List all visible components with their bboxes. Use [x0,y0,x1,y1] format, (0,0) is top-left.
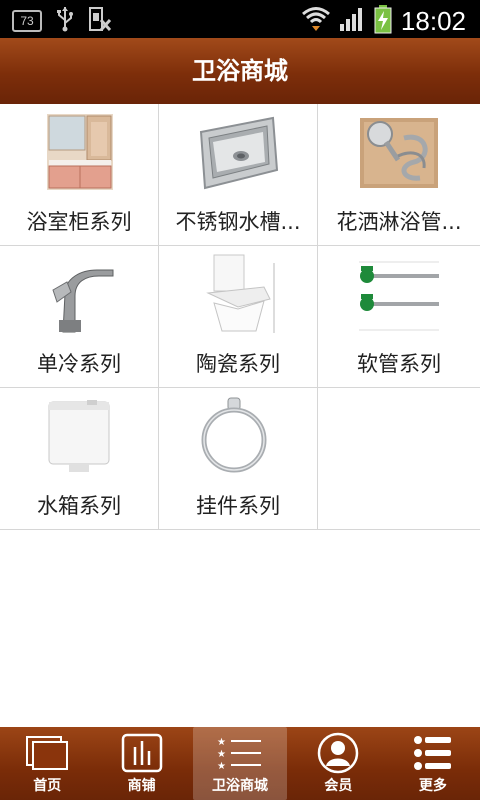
category-label: 不锈钢水槽... [175,210,301,234]
nav-label: 首页 [33,778,62,794]
battery-charging-icon [373,4,393,38]
category-bathroom-cabinet[interactable]: 浴室柜系列 [0,104,159,245]
water-tank-image [0,396,158,476]
notification-count-badge: 73 [12,10,42,32]
store-icon [94,731,188,775]
list-icon: ★ ★ ★ [193,731,287,775]
usb-icon [56,6,74,36]
nav-member[interactable]: 会员 [291,727,385,800]
faucet-image [0,254,158,334]
category-label: 挂件系列 [196,494,280,518]
more-icon [386,731,480,775]
category-label: 水箱系列 [37,494,121,518]
grid-row: 浴室柜系列 不锈钢水槽... 花洒淋浴管... [0,104,480,246]
grid-row: 单冷系列 陶瓷系列 软管系列 [0,246,480,388]
category-faucet[interactable]: 单冷系列 [0,246,159,387]
category-grid: 浴室柜系列 不锈钢水槽... 花洒淋浴管... 单冷系列 陶瓷系列 软管系列 水… [0,104,480,530]
toilet-image [159,254,317,334]
nav-more[interactable]: 更多 [386,727,480,800]
nav-label: 卫浴商城 [212,778,269,794]
nav-label: 商铺 [127,778,156,794]
category-stainless-sink[interactable]: 不锈钢水槽... [159,104,318,245]
stainless-sink-image [159,112,317,192]
page-title: 卫浴商城 [192,57,288,85]
category-label: 花洒淋浴管... [336,210,462,234]
member-icon [291,731,385,775]
svg-text:★: ★ [217,749,226,760]
status-clock: 18:02 [400,5,466,36]
grid-row: 水箱系列 挂件系列 [0,388,480,530]
svg-text:★: ★ [217,761,226,771]
nav-label: 更多 [418,778,447,794]
category-towel-ring[interactable]: 挂件系列 [159,388,318,529]
nav-bath-mall[interactable]: ★ ★ ★ 卫浴商城 [192,727,288,800]
bottom-nav: 首页 商铺 ★ ★ ★ 卫浴商城 会员 更多 [0,727,480,800]
nav-label: 会员 [324,778,353,794]
category-shower-hose[interactable]: 花洒淋浴管... [318,104,480,245]
category-label: 陶瓷系列 [196,352,280,376]
app-header: 卫浴商城 [0,38,480,104]
towel-ring-image [159,396,317,476]
category-hose[interactable]: 软管系列 [318,246,480,387]
category-label: 单冷系列 [37,352,121,376]
status-bar: 73 18:02 [0,0,480,38]
hose-image [318,254,480,334]
nav-home[interactable]: 首页 [0,727,94,800]
category-water-tank[interactable]: 水箱系列 [0,388,159,529]
category-label: 浴室柜系列 [26,210,132,234]
empty-cell [318,388,480,529]
nav-store[interactable]: 商铺 [94,727,188,800]
shower-hose-image [318,112,480,192]
signal-icon [339,6,365,36]
home-icon [0,731,94,775]
category-toilet[interactable]: 陶瓷系列 [159,246,318,387]
svg-text:★: ★ [217,737,226,748]
category-label: 软管系列 [357,352,441,376]
bathroom-cabinet-image [0,112,158,192]
wifi-icon [301,5,331,37]
sim-icon [88,6,112,36]
